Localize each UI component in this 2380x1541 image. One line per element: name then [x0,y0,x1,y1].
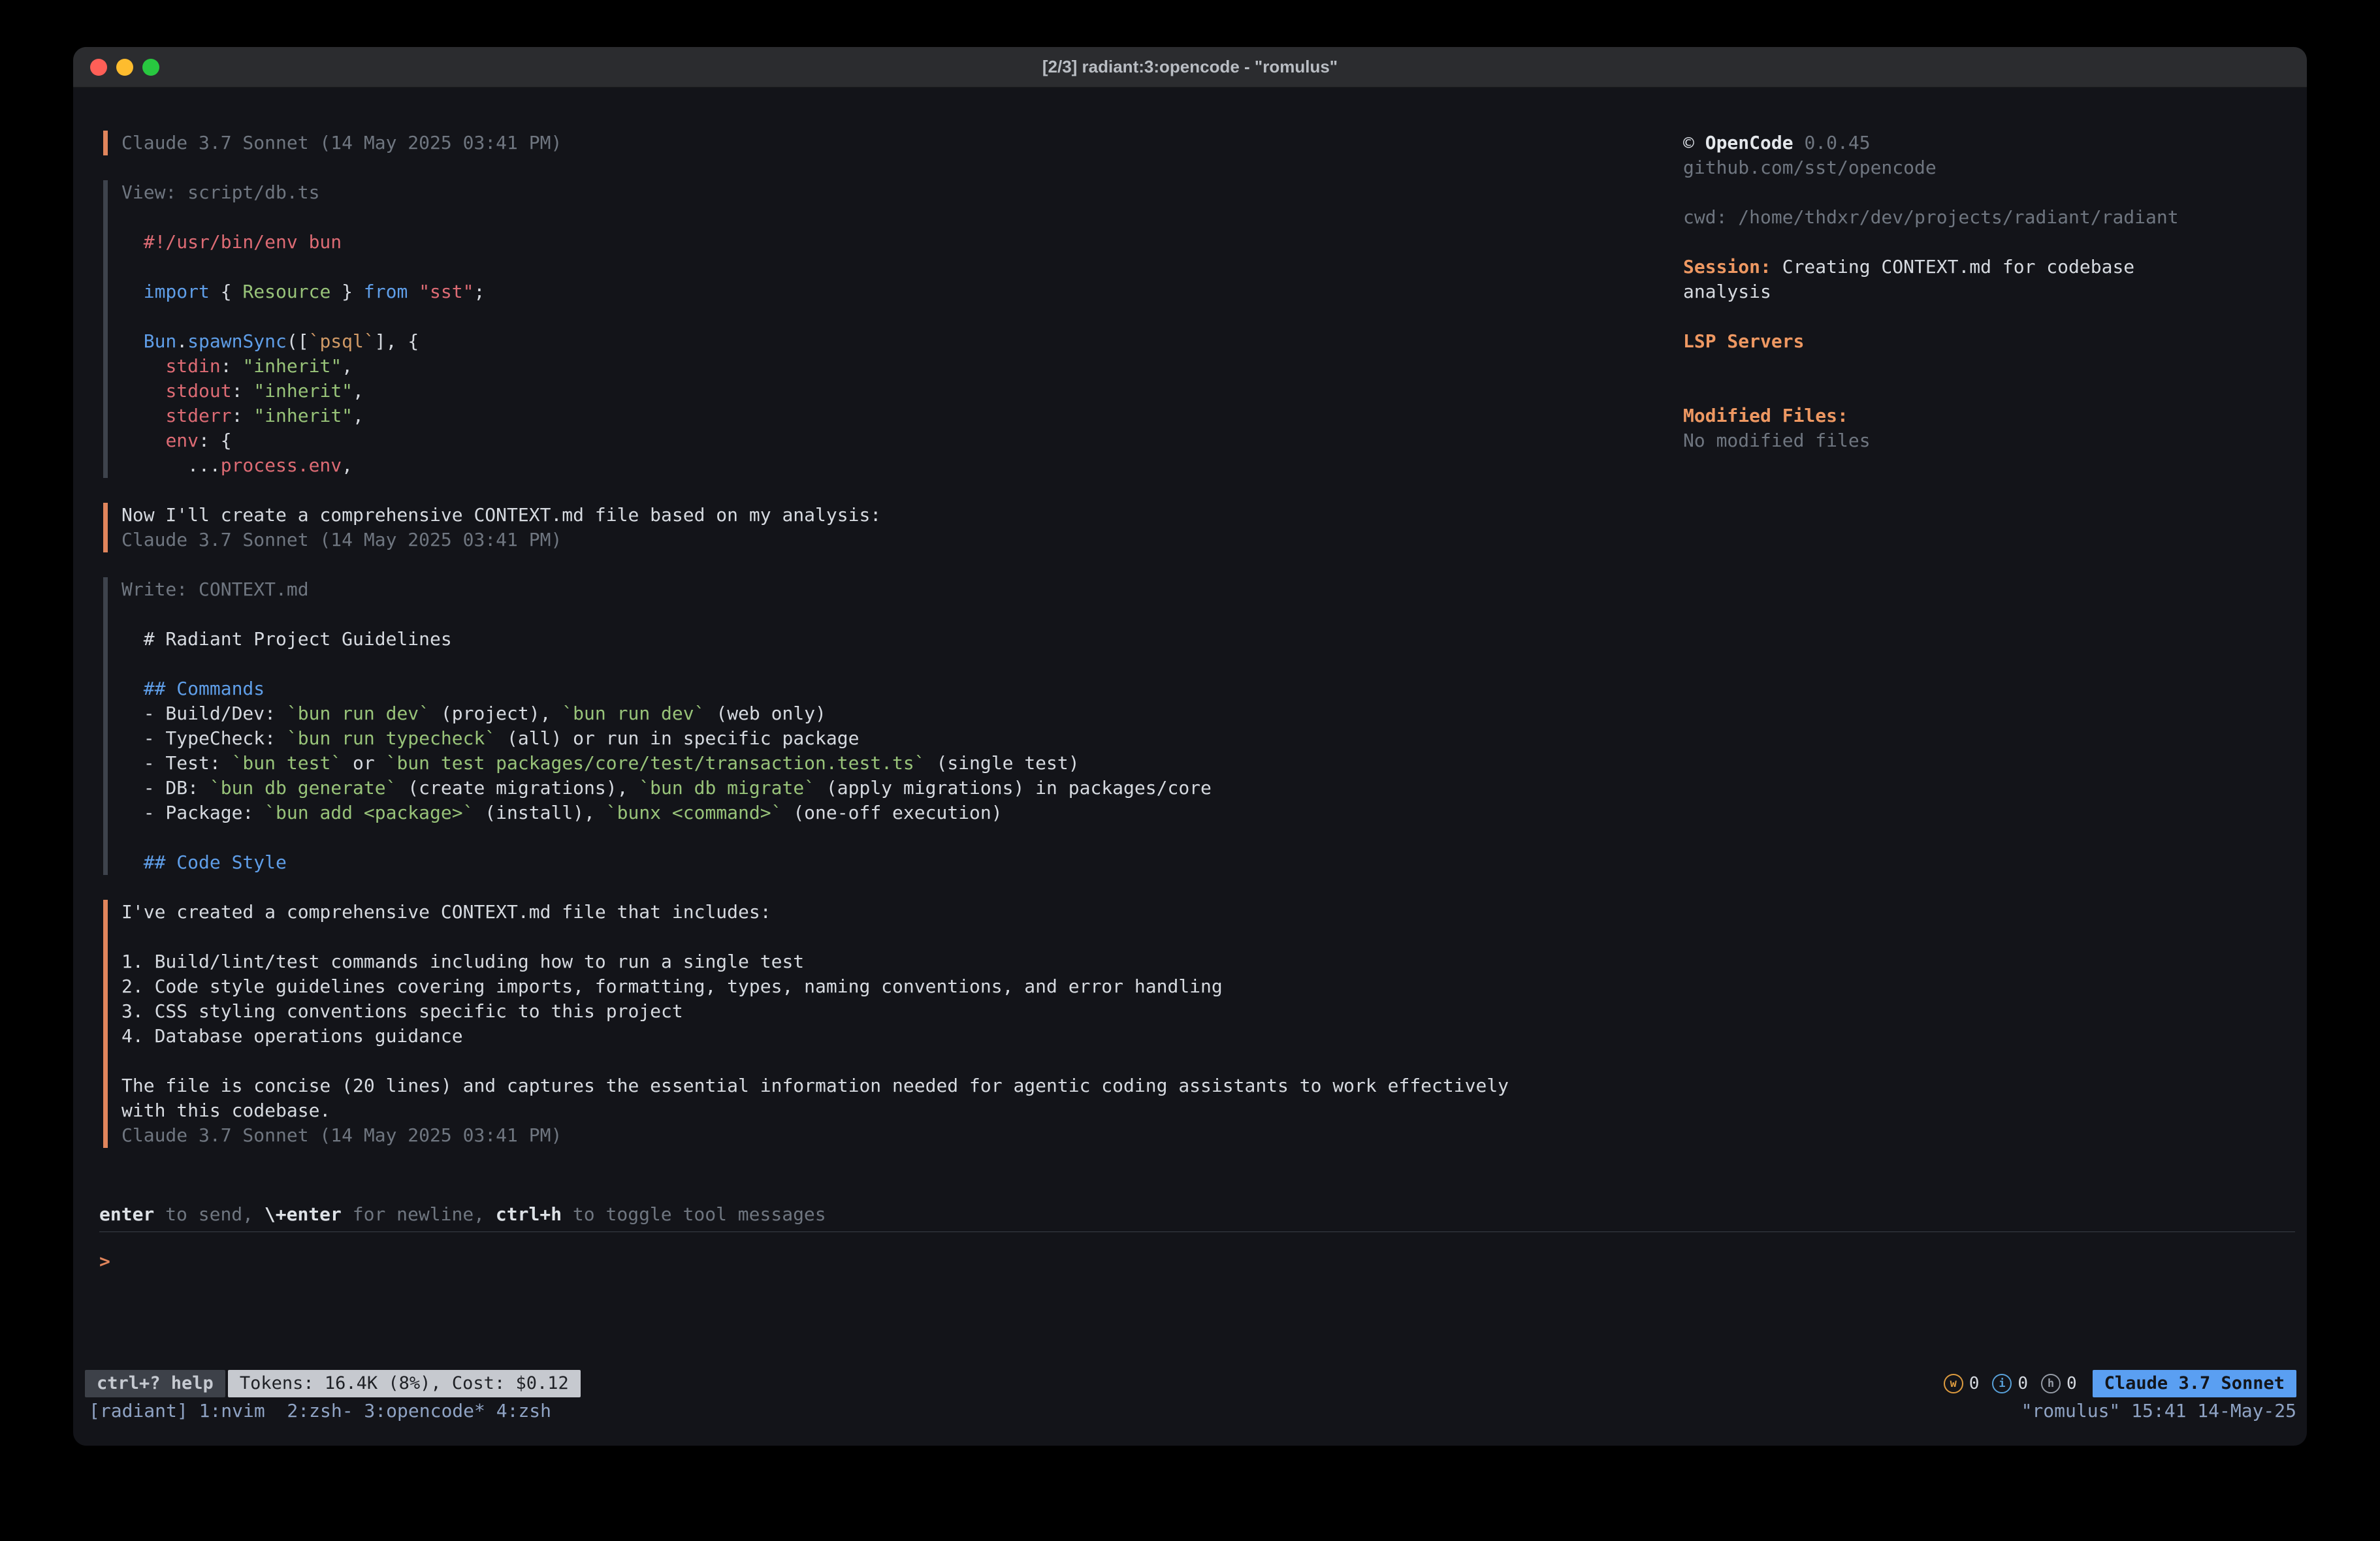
terminal-window: [2/3] radiant:3:opencode - "romulus" Cla… [73,47,2307,1446]
screen: [2/3] radiant:3:opencode - "romulus" Cla… [0,0,2380,1541]
tmux-window-list[interactable]: [radiant] 1:nvim 2:zsh- 3:opencode* 4:zs… [89,1399,551,1423]
lsp-servers-label: LSP Servers [1683,329,2225,354]
hint-count: h0 [2041,1371,2077,1396]
warning-icon: w [1944,1374,1963,1393]
model-chip[interactable]: Claude 3.7 Sonnet [2093,1370,2296,1397]
prompt-caret: > [99,1250,110,1272]
hint-icon: h [2041,1374,2061,1393]
minimize-button[interactable] [116,59,133,76]
keybind-hint: enter to send, \+enter for newline, ctrl… [99,1202,826,1227]
app-version-line: © OpenCode 0.0.45 [1683,131,2225,155]
modified-files-empty: No modified files [1683,428,2225,453]
copyright-icon: © [1683,132,1694,153]
session-label: Session: [1683,256,1771,278]
tool-write-title: Write: CONTEXT.md [121,577,1690,602]
assistant-summary-block: I've created a comprehensive CONTEXT.md … [103,900,1690,1148]
app-name: OpenCode [1705,132,1793,153]
message-header-block: Claude 3.7 Sonnet (14 May 2025 03:41 PM) [103,131,1690,155]
markdown-view: # Radiant Project Guidelines ## Commands… [121,602,1690,875]
tmux-session-info: "romulus" 15:41 14-May-25 [2021,1399,2296,1423]
tool-write-block: Write: CONTEXT.md # Radiant Project Guid… [103,577,1690,875]
assistant-message-text: Now I'll create a comprehensive CONTEXT.… [121,503,1690,528]
tool-view-block: View: script/db.ts #!/usr/bin/env bun im… [103,180,1690,478]
code-view: #!/usr/bin/env bun import { Resource } f… [121,205,1690,478]
input-area[interactable]: > [99,1231,2295,1274]
session-line: Session: Creating CONTEXT.md for codebas… [1683,255,2225,304]
summary-lines: I've created a comprehensive CONTEXT.md … [121,900,1690,1123]
traffic-lights [90,47,159,87]
help-chip[interactable]: ctrl+? help [85,1370,225,1397]
modified-files-label: Modified Files: [1683,404,2225,428]
terminal-content: Claude 3.7 Sonnet (14 May 2025 03:41 PM)… [73,87,2307,1446]
tool-view-title: View: script/db.ts [121,180,1690,205]
model-timestamp: Claude 3.7 Sonnet (14 May 2025 03:41 PM) [121,1123,1690,1148]
tmux-status-bar: [radiant] 1:nvim 2:zsh- 3:opencode* 4:zs… [89,1399,2296,1423]
info-count: i0 [1992,1371,2028,1396]
diagnostics: w0 i0 h0 [1944,1371,2077,1396]
warning-count: w0 [1944,1371,1980,1396]
model-timestamp: Claude 3.7 Sonnet (14 May 2025 03:41 PM) [121,528,1690,552]
close-button[interactable] [90,59,107,76]
tokens-cost-chip: Tokens: 16.4K (8%), Cost: $0.12 [228,1370,581,1397]
info-icon: i [1992,1374,2012,1393]
repo-link[interactable]: github.com/sst/opencode [1683,155,2225,180]
cwd-line: cwd: /home/thdxr/dev/projects/radiant/ra… [1683,205,2225,230]
status-bar: ctrl+? help Tokens: 16.4K (8%), Cost: $0… [85,1370,2296,1397]
zoom-button[interactable] [142,59,159,76]
assistant-message-block: Now I'll create a comprehensive CONTEXT.… [103,503,1690,552]
chat-area: Claude 3.7 Sonnet (14 May 2025 03:41 PM)… [103,131,1690,1173]
model-timestamp: Claude 3.7 Sonnet (14 May 2025 03:41 PM) [121,131,1690,155]
window-title: [2/3] radiant:3:opencode - "romulus" [1042,57,1338,77]
titlebar: [2/3] radiant:3:opencode - "romulus" [73,47,2307,87]
app-version: 0.0.45 [1804,132,1870,153]
sidebar: © OpenCode 0.0.45 github.com/sst/opencod… [1683,131,2225,453]
